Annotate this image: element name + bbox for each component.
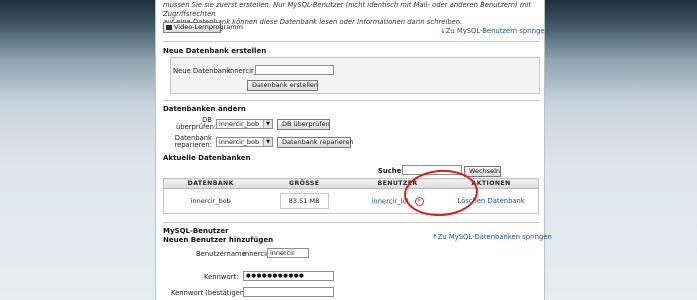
- table-header-row: DATENBANK GRÖSSE BENUTZER AKTIONEN: [163, 178, 539, 189]
- jump-to-databases-link[interactable]: ↑Zu MySQL-Datenbanken springen: [432, 233, 552, 241]
- chevron-down-icon: ▼: [263, 120, 272, 128]
- video-tutorial-button[interactable]: Video-Lernprogramm: [163, 22, 243, 33]
- databases-table: DATENBANK GRÖSSE BENUTZER AKTIONEN inner…: [163, 178, 539, 214]
- check-db-select-value: innercir_bob: [219, 120, 260, 128]
- db-size-cell: 83.51 MB: [257, 188, 351, 214]
- new-db-input[interactable]: [255, 65, 334, 75]
- search-button[interactable]: Wechseln: [464, 166, 501, 177]
- password-input[interactable]: ●●●●●●●●●●●: [243, 271, 334, 281]
- repair-db-select-value: innercir_bob: [219, 138, 260, 146]
- repair-db-label-line2: reparieren:: [174, 141, 212, 149]
- password-confirm-label: Kennwort (bestätigen):: [171, 289, 250, 297]
- new-db-prefix: innercir_: [228, 67, 258, 75]
- check-db-label-line2: überprüfen:: [176, 123, 217, 131]
- jump-to-databases-label: Zu MySQL-Datenbanken springen: [437, 233, 552, 241]
- repair-db-select[interactable]: innercir_bob ▼: [216, 137, 273, 147]
- column-header-database[interactable]: DATENBANK: [163, 178, 258, 189]
- db-name-cell: innercir_bob: [163, 188, 258, 214]
- main-panel: müssen Sie sie zuerst erstellen. Nur MyS…: [155, 0, 552, 300]
- video-icon: [166, 24, 172, 30]
- table-row: innercir_bob 83.51 MB innercir_lol ✕ Lösc…: [163, 188, 539, 214]
- create-db-box: [170, 57, 540, 94]
- repair-db-button[interactable]: Datenbank reparieren: [277, 137, 353, 148]
- video-tutorial-label: Video-Lernprogramm: [174, 23, 243, 31]
- intro-line-1: müssen Sie sie zuerst erstellen. Nur MyS…: [163, 1, 532, 18]
- create-db-button[interactable]: Datenbank erstellen: [247, 80, 318, 91]
- divider: [163, 100, 540, 101]
- db-size-value: 83.51 MB: [279, 193, 329, 209]
- repair-db-label: Datenbank reparieren:: [170, 135, 212, 149]
- check-db-label: DB überprüfen:: [176, 117, 217, 131]
- divider: [163, 41, 540, 42]
- db-user-link[interactable]: innercir_lol: [372, 197, 409, 205]
- mysql-users-heading: MySQL-Benutzer: [163, 227, 229, 235]
- username-input[interactable]: innercir: [267, 248, 309, 258]
- create-db-heading: Neue Datenbank erstellen: [163, 47, 267, 55]
- check-db-button[interactable]: DB überprüfen: [277, 119, 330, 130]
- check-db-select[interactable]: innercir_bob ▼: [216, 119, 273, 129]
- column-header-size[interactable]: GRÖSSE: [257, 178, 351, 189]
- add-user-heading: Neuen Benutzer hinzufügen: [163, 236, 274, 244]
- password-label: Kennwort:: [204, 273, 239, 281]
- jump-to-users-label: Zu MySQL-Benutzern springen: [445, 27, 549, 35]
- divider: [163, 222, 540, 223]
- modify-db-heading: Datenbanken ändern: [163, 105, 246, 113]
- chevron-down-icon: ▼: [263, 138, 272, 146]
- current-db-heading: Aktuelle Datenbanken: [163, 154, 251, 162]
- jump-to-users-link[interactable]: ↓Zu MySQL-Benutzern springen: [440, 27, 549, 35]
- password-confirm-input[interactable]: [243, 287, 334, 297]
- username-label: Benutzername: [196, 250, 246, 258]
- new-db-label: Neue Datenbank:: [173, 67, 233, 75]
